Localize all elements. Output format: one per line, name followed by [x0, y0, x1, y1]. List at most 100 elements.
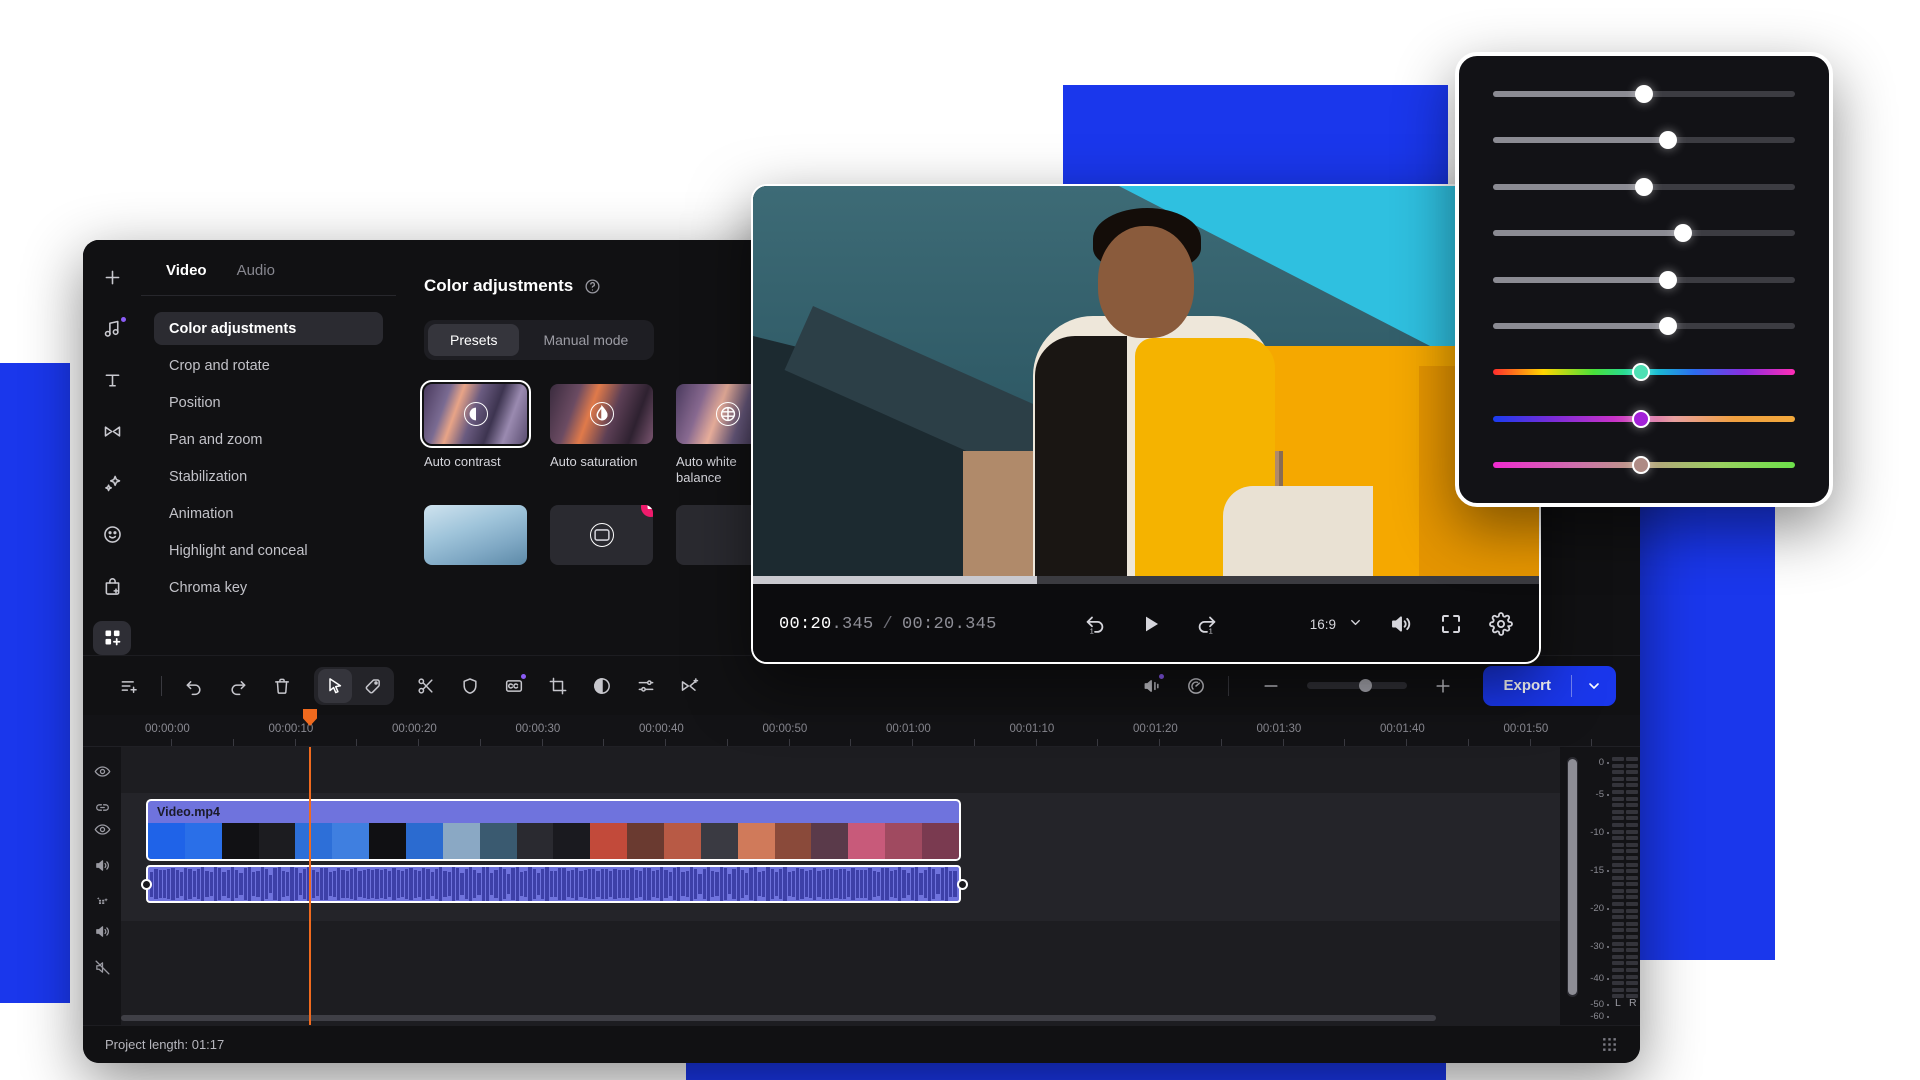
property-item-pan-and-zoom[interactable]: Pan and zoom — [154, 423, 383, 456]
gutter-speaker-icon[interactable] — [94, 857, 111, 879]
toolbar-split[interactable] — [409, 669, 443, 703]
toolbar-color[interactable] — [585, 669, 619, 703]
waveform-bar — [332, 870, 336, 898]
zoom-out-button[interactable] — [1254, 669, 1288, 703]
slider-vibrance[interactable] — [1493, 270, 1795, 289]
clip-handle-right[interactable] — [957, 879, 968, 890]
preset-auto-saturation[interactable]: Auto saturation — [550, 384, 653, 487]
playhead-line[interactable] — [309, 747, 311, 1025]
question-circle-icon[interactable] — [584, 278, 601, 295]
seek-bar[interactable] — [753, 576, 1539, 584]
tab-video[interactable]: Video — [166, 262, 207, 295]
clip-handle-left[interactable] — [141, 879, 152, 890]
slider-knob[interactable] — [1674, 224, 1693, 243]
slider-brightness[interactable] — [1493, 131, 1795, 150]
slider-contrast[interactable] — [1493, 177, 1795, 196]
slider-fill — [1493, 91, 1644, 97]
rail-item-transitions[interactable] — [93, 415, 131, 450]
toolbar-select-tool[interactable] — [318, 668, 352, 703]
mode-presets[interactable]: Presets — [428, 324, 520, 356]
toolbar-undo[interactable] — [177, 669, 211, 703]
property-item-crop-and-rotate[interactable]: Crop and rotate — [154, 349, 383, 382]
rail-item-effects[interactable] — [93, 466, 131, 501]
zoom-slider-knob[interactable] — [1359, 679, 1373, 692]
gear-icon[interactable] — [1489, 612, 1513, 636]
slider-exposure[interactable] — [1493, 85, 1795, 103]
property-item-position[interactable]: Position — [154, 386, 383, 419]
rail-item-store[interactable] — [93, 569, 131, 604]
property-item-stabilization[interactable]: Stabilization — [154, 460, 383, 493]
slider-knob[interactable] — [1635, 177, 1653, 196]
arrow-undo-icon[interactable]: 1 — [1083, 612, 1107, 636]
chevron-down-icon[interactable] — [1572, 678, 1616, 694]
audio-clip[interactable] — [146, 865, 961, 903]
export-button[interactable]: Export — [1483, 665, 1616, 706]
rail-item-stickers[interactable] — [93, 518, 131, 553]
gutter-speaker-icon[interactable] — [94, 923, 111, 945]
mode-manual-mode[interactable]: Manual mode — [521, 324, 650, 356]
property-item-highlight-and-conceal[interactable]: Highlight and conceal — [154, 534, 383, 567]
rail-item-more-tools[interactable] — [93, 620, 131, 655]
waveform-bar — [545, 867, 549, 901]
property-item-color-adjustments[interactable]: Color adjustments — [154, 312, 383, 345]
slider-knob[interactable] — [1635, 85, 1653, 103]
toolbar-add-track[interactable] — [112, 669, 146, 703]
toolbar-crop[interactable] — [541, 669, 575, 703]
rail-item-titles[interactable] — [93, 363, 131, 398]
speaker-icon[interactable] — [1389, 612, 1413, 636]
property-item-animation[interactable]: Animation — [154, 497, 383, 530]
gutter-eye-icon[interactable] — [94, 763, 111, 785]
grid-icon[interactable] — [1601, 1036, 1618, 1053]
track-lane-audio[interactable] — [121, 921, 1560, 1025]
preset-item-1[interactable] — [550, 504, 653, 565]
waveform-bar — [902, 870, 906, 898]
vertical-scrollbar[interactable] — [1567, 757, 1578, 997]
slider-knob[interactable] — [1659, 270, 1678, 289]
rail-item-audio[interactable] — [93, 312, 131, 347]
slider-tint[interactable] — [1493, 409, 1795, 428]
zoom-in-button[interactable] — [1426, 669, 1460, 703]
gutter-eye-icon[interactable] — [94, 821, 111, 843]
current-time: 00:20 — [779, 614, 832, 634]
gutter-link-icon[interactable] — [94, 799, 111, 821]
zoom-slider[interactable] — [1307, 679, 1408, 692]
arrow-redo-icon[interactable]: 1 — [1195, 612, 1219, 636]
play-icon[interactable] — [1139, 612, 1163, 636]
slider-highlights[interactable] — [1493, 316, 1795, 335]
horizontal-scrollbar[interactable] — [121, 1015, 1560, 1021]
video-clip[interactable]: Video.mp4 — [146, 799, 961, 861]
preset-item-0[interactable] — [424, 504, 527, 565]
toolbar-detach-audio[interactable] — [1135, 669, 1169, 703]
aspect-ratio-selector[interactable]: 16:9 — [1310, 615, 1363, 633]
expand-icon[interactable] — [1439, 612, 1463, 636]
tab-audio[interactable]: Audio — [237, 262, 275, 295]
toolbar-transition[interactable] — [673, 669, 707, 703]
clip-frame — [479, 823, 517, 859]
slider-temperature[interactable] — [1493, 456, 1795, 474]
slider-knob[interactable] — [1631, 456, 1650, 474]
toolbar-redo[interactable] — [221, 669, 255, 703]
slider-knob[interactable] — [1631, 363, 1650, 382]
slider-hue[interactable] — [1493, 363, 1795, 382]
slider-saturation[interactable] — [1493, 224, 1795, 243]
video-preview-canvas[interactable] — [753, 186, 1539, 576]
property-item-chroma-key[interactable]: Chroma key — [154, 571, 383, 604]
toolbar-mask[interactable] — [453, 669, 487, 703]
timeline-ruler[interactable]: 00:00:00 00:00:10 00:00:20 00:00:30 00:00:40… — [83, 715, 1640, 747]
toolbar-delete[interactable] — [265, 669, 299, 703]
track-lane-area[interactable]: Video.mp4 — [121, 709, 1560, 1025]
slider-knob[interactable] — [1659, 131, 1678, 150]
track-lane-overlay[interactable] — [121, 747, 1560, 793]
gutter-speaker-muted-icon[interactable] — [94, 959, 111, 981]
toolbar-speed[interactable] — [1179, 669, 1213, 703]
toolbar-captions[interactable] — [497, 669, 531, 703]
preset-auto-contrast[interactable]: Auto contrast — [420, 380, 531, 487]
meter-segment — [1626, 981, 1638, 986]
toolbar-marker-tool[interactable] — [356, 669, 390, 703]
slider-knob[interactable] — [1631, 409, 1650, 428]
rail-item-add-media[interactable] — [93, 260, 131, 295]
gutter-effects-icon[interactable] — [94, 893, 111, 915]
waveform-bar — [706, 867, 710, 901]
toolbar-adjust[interactable] — [629, 669, 663, 703]
slider-knob[interactable] — [1659, 316, 1678, 335]
